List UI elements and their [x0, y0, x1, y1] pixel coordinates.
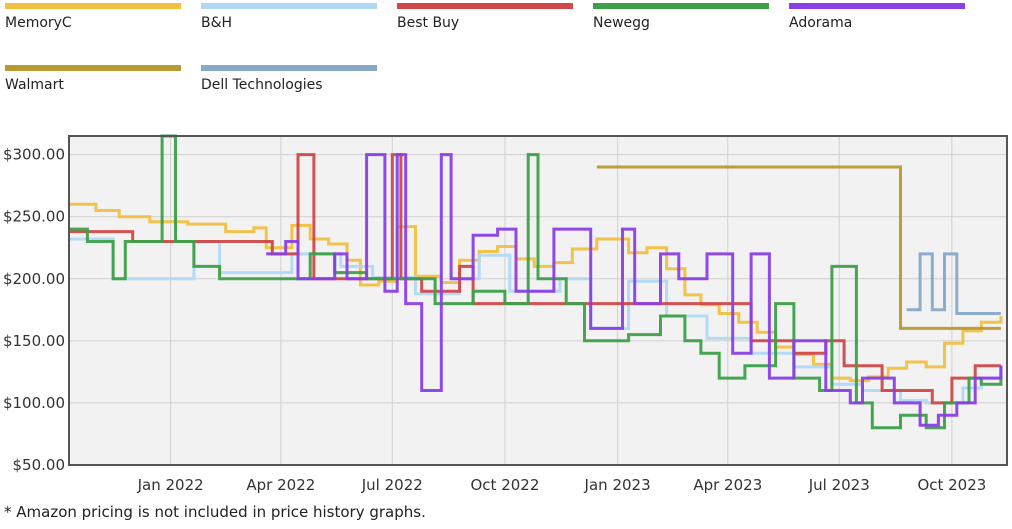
x-tick-label: Jan 2023 [584, 476, 651, 494]
y-tick-label: $150.00 [3, 332, 65, 350]
legend-swatch [201, 65, 377, 71]
legend-label: B&H [201, 15, 233, 31]
legend-item[interactable]: Best Buy [397, 3, 577, 31]
y-tick-label: $100.00 [3, 394, 65, 412]
legend-label: Newegg [593, 15, 650, 31]
legend-item[interactable]: B&H [201, 3, 381, 31]
legend-item[interactable]: Adorama [789, 3, 969, 31]
x-tick-label: Jan 2022 [137, 476, 204, 494]
x-tick-label: Jul 2023 [808, 476, 870, 494]
legend-swatch [201, 3, 377, 9]
legend-item[interactable]: MemoryC [5, 3, 185, 31]
legend-label: Dell Technologies [201, 77, 323, 93]
legend-label: MemoryC [5, 15, 72, 31]
legend-label: Adorama [789, 15, 853, 31]
x-tick-label: Apr 2022 [246, 476, 315, 494]
legend-swatch [593, 3, 769, 9]
legend-label: Best Buy [397, 15, 460, 31]
legend-item[interactable]: Newegg [593, 3, 773, 31]
legend-swatch [397, 3, 573, 9]
x-tick-label: Oct 2023 [917, 476, 986, 494]
x-tick-label: Oct 2022 [470, 476, 539, 494]
legend-swatch [789, 3, 965, 9]
footnote: * Amazon pricing is not included in pric… [4, 503, 426, 521]
x-tick-label: Jul 2022 [361, 476, 423, 494]
legend-swatch [5, 65, 181, 71]
y-tick-label: $50.00 [13, 456, 66, 474]
y-tick-label: $250.00 [3, 208, 65, 226]
y-tick-label: $200.00 [3, 270, 65, 288]
legend: MemoryC B&H Best Buy Newegg Adorama Walmart De… [0, 0, 1012, 110]
legend-label: Walmart [5, 77, 64, 93]
price-history-chart: $300.00 $250.00 $200.00 $150.00 $100.00 $50.0… [3, 134, 1008, 494]
y-tick-label: $300.00 [3, 146, 65, 164]
legend-swatch [5, 3, 181, 9]
x-tick-label: Apr 2023 [693, 476, 762, 494]
legend-item[interactable]: Walmart [5, 65, 185, 93]
legend-item[interactable]: Dell Technologies [201, 65, 381, 93]
